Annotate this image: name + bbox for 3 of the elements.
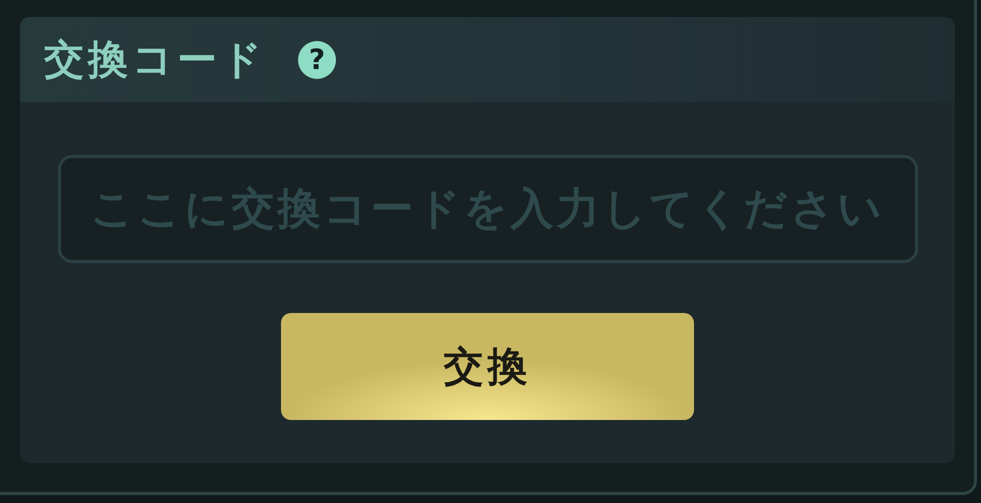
help-icon[interactable]: ? bbox=[298, 40, 336, 78]
panel-title: 交換コード bbox=[44, 36, 266, 85]
redeem-button[interactable]: 交換 bbox=[281, 313, 694, 420]
